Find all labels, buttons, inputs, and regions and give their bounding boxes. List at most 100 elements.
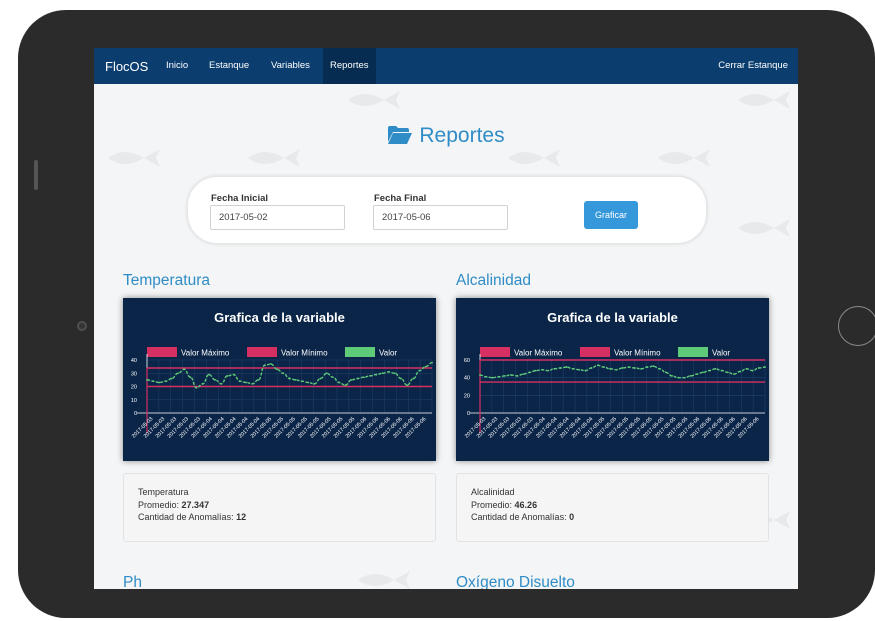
graficar-button[interactable]: Graficar [584,201,638,229]
fish-watermark-icon [348,91,400,109]
y-tick-label: 40 [131,358,137,364]
data-point [689,375,692,377]
data-point [263,364,266,367]
data-point [510,374,512,376]
legend-label: Valor Mínimo [281,349,328,358]
data-point [319,377,322,380]
data-point [338,381,340,384]
data-point [621,367,624,369]
data-point [375,373,378,376]
app-screen: FlocOS Inicio Estanque Variables Reporte… [94,48,798,589]
start-date-input[interactable] [210,205,345,230]
folder-open-icon [388,126,413,144]
y-tick-label: 20 [131,385,137,391]
data-point [664,371,667,374]
data-point [431,361,433,364]
legend-label: Valor Mínimo [614,349,661,358]
chart-card-alcalinidad: Grafica de la variable Valor Máximo Valor … [456,298,769,461]
nav-reportes[interactable]: Reportes [323,48,376,84]
legend-swatch [678,347,708,357]
data-point [547,369,550,372]
fish-watermark-icon [738,91,790,109]
y-tick-label: 20 [464,393,470,399]
data-point [609,367,612,370]
data-point [652,365,655,368]
legend-label: Valor Máximo [181,349,230,358]
data-point [152,380,155,383]
legend-swatch [345,347,375,357]
data-point [381,372,384,375]
data-point [164,380,167,383]
data-point [307,381,309,384]
brand-logo[interactable]: FlocOS [105,59,148,74]
data-point [282,372,285,375]
data-point [400,377,402,380]
fish-watermark-icon [508,149,560,167]
camera-icon [77,321,87,331]
data-point [344,384,347,387]
data-point [226,375,229,377]
data-point [578,368,581,371]
legend-label: Valor [712,349,730,358]
data-point [170,377,173,380]
nav-inicio[interactable]: Inicio [159,48,195,84]
data-point [183,368,186,371]
y-tick-label: 30 [131,371,137,377]
y-tick-label: 0 [467,411,470,417]
data-point [479,374,481,376]
data-point [251,382,254,385]
data-point [369,375,371,377]
data-point [596,364,599,367]
legend-swatch [147,347,177,357]
data-point [208,373,210,376]
data-point [146,378,148,381]
section-title-ph: Ph [123,574,142,589]
nav-estanque[interactable]: Estanque [202,48,256,84]
y-tick-label: 0 [134,411,137,417]
data-point [232,373,235,376]
end-date-input[interactable] [373,205,508,230]
data-point [733,373,735,376]
data-point [584,369,587,372]
y-tick-label: 10 [131,398,137,404]
navbar: FlocOS Inicio Estanque Variables Reporte… [94,48,798,84]
data-point [757,367,760,369]
data-point [177,372,179,375]
data-point [516,375,519,377]
data-point [559,367,562,369]
data-point [553,367,556,370]
data-point [671,375,673,377]
stats-anomalies: Cantidad de Anomalías: 12 [138,512,247,522]
legend-swatch [580,347,610,357]
data-point [708,369,711,372]
cerrar-estanque-link[interactable]: Cerrar Estanque [718,48,788,84]
section-title-temperatura: Temperatura [123,272,211,289]
stats-name: Temperatura [138,487,189,497]
data-point [683,376,686,379]
y-tick-label: 60 [464,358,470,364]
page-title-text: Reportes [419,124,505,147]
data-point [615,368,618,371]
data-point [220,382,223,385]
chart-card-temperatura: Grafica de la variable Valor Máximo Valor … [123,298,436,461]
home-button[interactable] [838,306,875,346]
end-date-label: Fecha Final [374,193,427,204]
data-point [276,368,279,371]
data-point [720,369,723,372]
tablet-side-button [34,160,38,190]
data-point [257,378,260,381]
data-point [356,377,359,380]
legend-swatch [480,347,510,357]
nav-variables[interactable]: Variables [264,48,317,84]
data-point [646,366,649,368]
data-point [189,376,192,379]
data-point [245,381,248,384]
data-point [745,367,748,370]
chart-title: Grafica de la variable [214,310,345,325]
data-point [714,367,717,370]
data-point [565,366,568,368]
data-point [406,384,409,387]
data-point [294,378,297,381]
data-point [393,372,396,375]
chart-temperatura: Grafica de la variable Valor Máximo Valor … [131,310,433,440]
